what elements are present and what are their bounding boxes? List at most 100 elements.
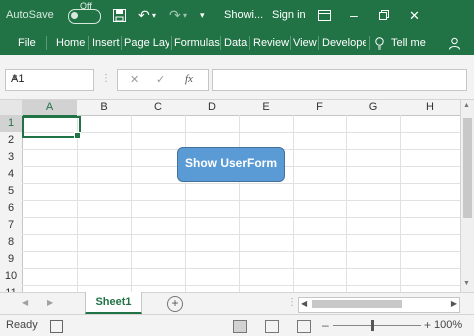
row-header[interactable]: 7 <box>0 217 23 235</box>
tab-split-handle-icon[interactable]: ⋮ <box>287 297 297 308</box>
gridline <box>22 285 460 286</box>
tab-view[interactable]: View <box>293 31 317 55</box>
formula-input[interactable] <box>212 69 467 91</box>
undo-dropdown-icon[interactable]: ▾ <box>152 0 156 31</box>
normal-view-icon[interactable] <box>233 320 247 333</box>
show-userform-button[interactable]: Show UserForm <box>177 147 285 182</box>
row-header[interactable]: 2 <box>0 132 23 150</box>
zoom-slider-track[interactable] <box>333 325 421 326</box>
row-header[interactable]: 5 <box>0 183 23 201</box>
column-header[interactable]: D <box>185 100 240 116</box>
column-header[interactable]: H <box>400 100 460 116</box>
tab-divider <box>290 36 291 50</box>
tab-home[interactable]: Home <box>56 31 85 55</box>
autosave-toggle[interactable]: Off <box>68 1 101 24</box>
enter-icon[interactable]: ✓ <box>156 73 165 86</box>
status-text: Ready <box>6 319 38 331</box>
formula-bar-resize-icon[interactable]: ⋮ <box>101 73 111 84</box>
tab-data[interactable]: Data <box>224 31 247 55</box>
ribbon-display-icon[interactable] <box>318 0 331 31</box>
gridline <box>22 251 460 252</box>
tab-review[interactable]: Review <box>253 31 289 55</box>
column-header[interactable]: B <box>77 100 132 116</box>
column-header[interactable]: A <box>22 100 78 117</box>
undo-icon[interactable]: ↶ <box>138 0 150 31</box>
row-header[interactable]: 6 <box>0 200 23 218</box>
column-header[interactable]: E <box>239 100 294 116</box>
row-header[interactable]: 1 <box>0 115 23 133</box>
redo-dropdown-icon[interactable]: ▾ <box>183 0 187 31</box>
column-header[interactable]: F <box>293 100 347 116</box>
gridline <box>22 200 460 201</box>
prev-sheet-icon[interactable]: ◀ <box>22 298 28 307</box>
gridline <box>22 183 460 184</box>
row-header[interactable]: 4 <box>0 166 23 184</box>
toggle-knob <box>71 12 78 19</box>
signin-link[interactable]: Sign in <box>272 0 306 31</box>
page-layout-view-icon[interactable] <box>265 320 279 333</box>
customize-qat-icon[interactable]: ▾ <box>200 0 205 31</box>
restore-icon[interactable] <box>379 0 389 31</box>
scroll-down-icon[interactable]: ▼ <box>463 280 470 287</box>
chevron-down-icon[interactable]: ▼ <box>11 73 89 82</box>
fill-handle[interactable] <box>74 132 81 139</box>
tell-me-search[interactable]: Tell me <box>391 31 426 55</box>
next-sheet-icon[interactable]: ▶ <box>47 298 53 307</box>
autosave-state: Off <box>80 1 92 11</box>
tab-file[interactable]: File <box>18 31 36 55</box>
gridline <box>22 132 460 133</box>
scroll-right-icon[interactable]: ▶ <box>451 299 457 308</box>
scroll-thumb[interactable] <box>463 118 472 218</box>
title-bar: AutoSave Off ↶ ▾ ↷ ▾ ▾ Showi... Sign in … <box>0 0 474 31</box>
status-bar: Ready – + 100% <box>0 314 474 336</box>
row-header[interactable]: 10 <box>0 268 23 286</box>
column-header[interactable]: C <box>131 100 186 116</box>
row-header[interactable]: 9 <box>0 251 23 269</box>
redo-icon[interactable]: ↷ <box>169 0 181 31</box>
scroll-left-icon[interactable]: ◀ <box>301 299 307 308</box>
tab-insert[interactable]: Insert <box>92 31 120 55</box>
formula-bar-area: A1 ▼ ⋮ ✕ ✓ fx <box>0 55 474 100</box>
close-icon[interactable]: ✕ <box>409 0 420 31</box>
share-icon[interactable] <box>448 31 461 55</box>
add-sheet-icon[interactable]: + <box>167 296 183 312</box>
zoom-level[interactable]: 100% <box>434 319 462 331</box>
formula-buttons: ✕ ✓ fx <box>117 69 209 91</box>
tab-divider <box>121 36 122 50</box>
row-header[interactable]: 8 <box>0 234 23 252</box>
lightbulb-icon <box>375 31 384 55</box>
vertical-scrollbar[interactable]: ▲ ▼ <box>460 100 474 292</box>
gridline <box>346 115 347 292</box>
zoom-slider-thumb[interactable] <box>371 320 374 331</box>
tab-divider <box>220 36 221 50</box>
gridline <box>400 115 401 292</box>
page-break-view-icon[interactable] <box>297 320 311 333</box>
tab-page-layout[interactable]: Page Layo <box>124 31 169 55</box>
scroll-thumb[interactable] <box>312 300 402 308</box>
sheet-tabs-bar: ◀ ▶ Sheet1 + ⋮ ◀ ▶ <box>0 292 474 314</box>
name-box[interactable]: A1 ▼ <box>5 69 94 91</box>
horizontal-scrollbar[interactable]: ◀ ▶ <box>298 297 460 313</box>
tab-divider <box>249 36 250 50</box>
zoom-out-icon[interactable]: – <box>322 318 329 332</box>
tab-developer[interactable]: Develope <box>322 31 366 55</box>
worksheet-grid[interactable]: A B C D E F G H 1 2 3 4 5 6 7 8 9 10 11 … <box>0 100 460 292</box>
macro-record-icon[interactable] <box>50 320 63 333</box>
active-cell[interactable] <box>22 116 81 138</box>
row-header[interactable]: 3 <box>0 149 23 167</box>
minimize-icon[interactable]: – <box>350 0 358 31</box>
scroll-up-icon[interactable]: ▲ <box>463 102 470 109</box>
select-all-corner[interactable] <box>0 100 23 116</box>
tab-divider <box>171 36 172 50</box>
column-header[interactable]: G <box>346 100 401 116</box>
insert-function-icon[interactable]: fx <box>185 73 193 85</box>
row-header[interactable]: 11 <box>0 285 23 292</box>
sheet-tab[interactable]: Sheet1 <box>85 292 142 314</box>
zoom-in-icon[interactable]: + <box>424 318 431 332</box>
gridline <box>22 268 460 269</box>
save-icon[interactable] <box>113 0 126 31</box>
cancel-icon[interactable]: ✕ <box>130 73 139 86</box>
tab-formulas[interactable]: Formulas <box>174 31 220 55</box>
gridline <box>22 217 460 218</box>
gridline <box>131 115 132 292</box>
